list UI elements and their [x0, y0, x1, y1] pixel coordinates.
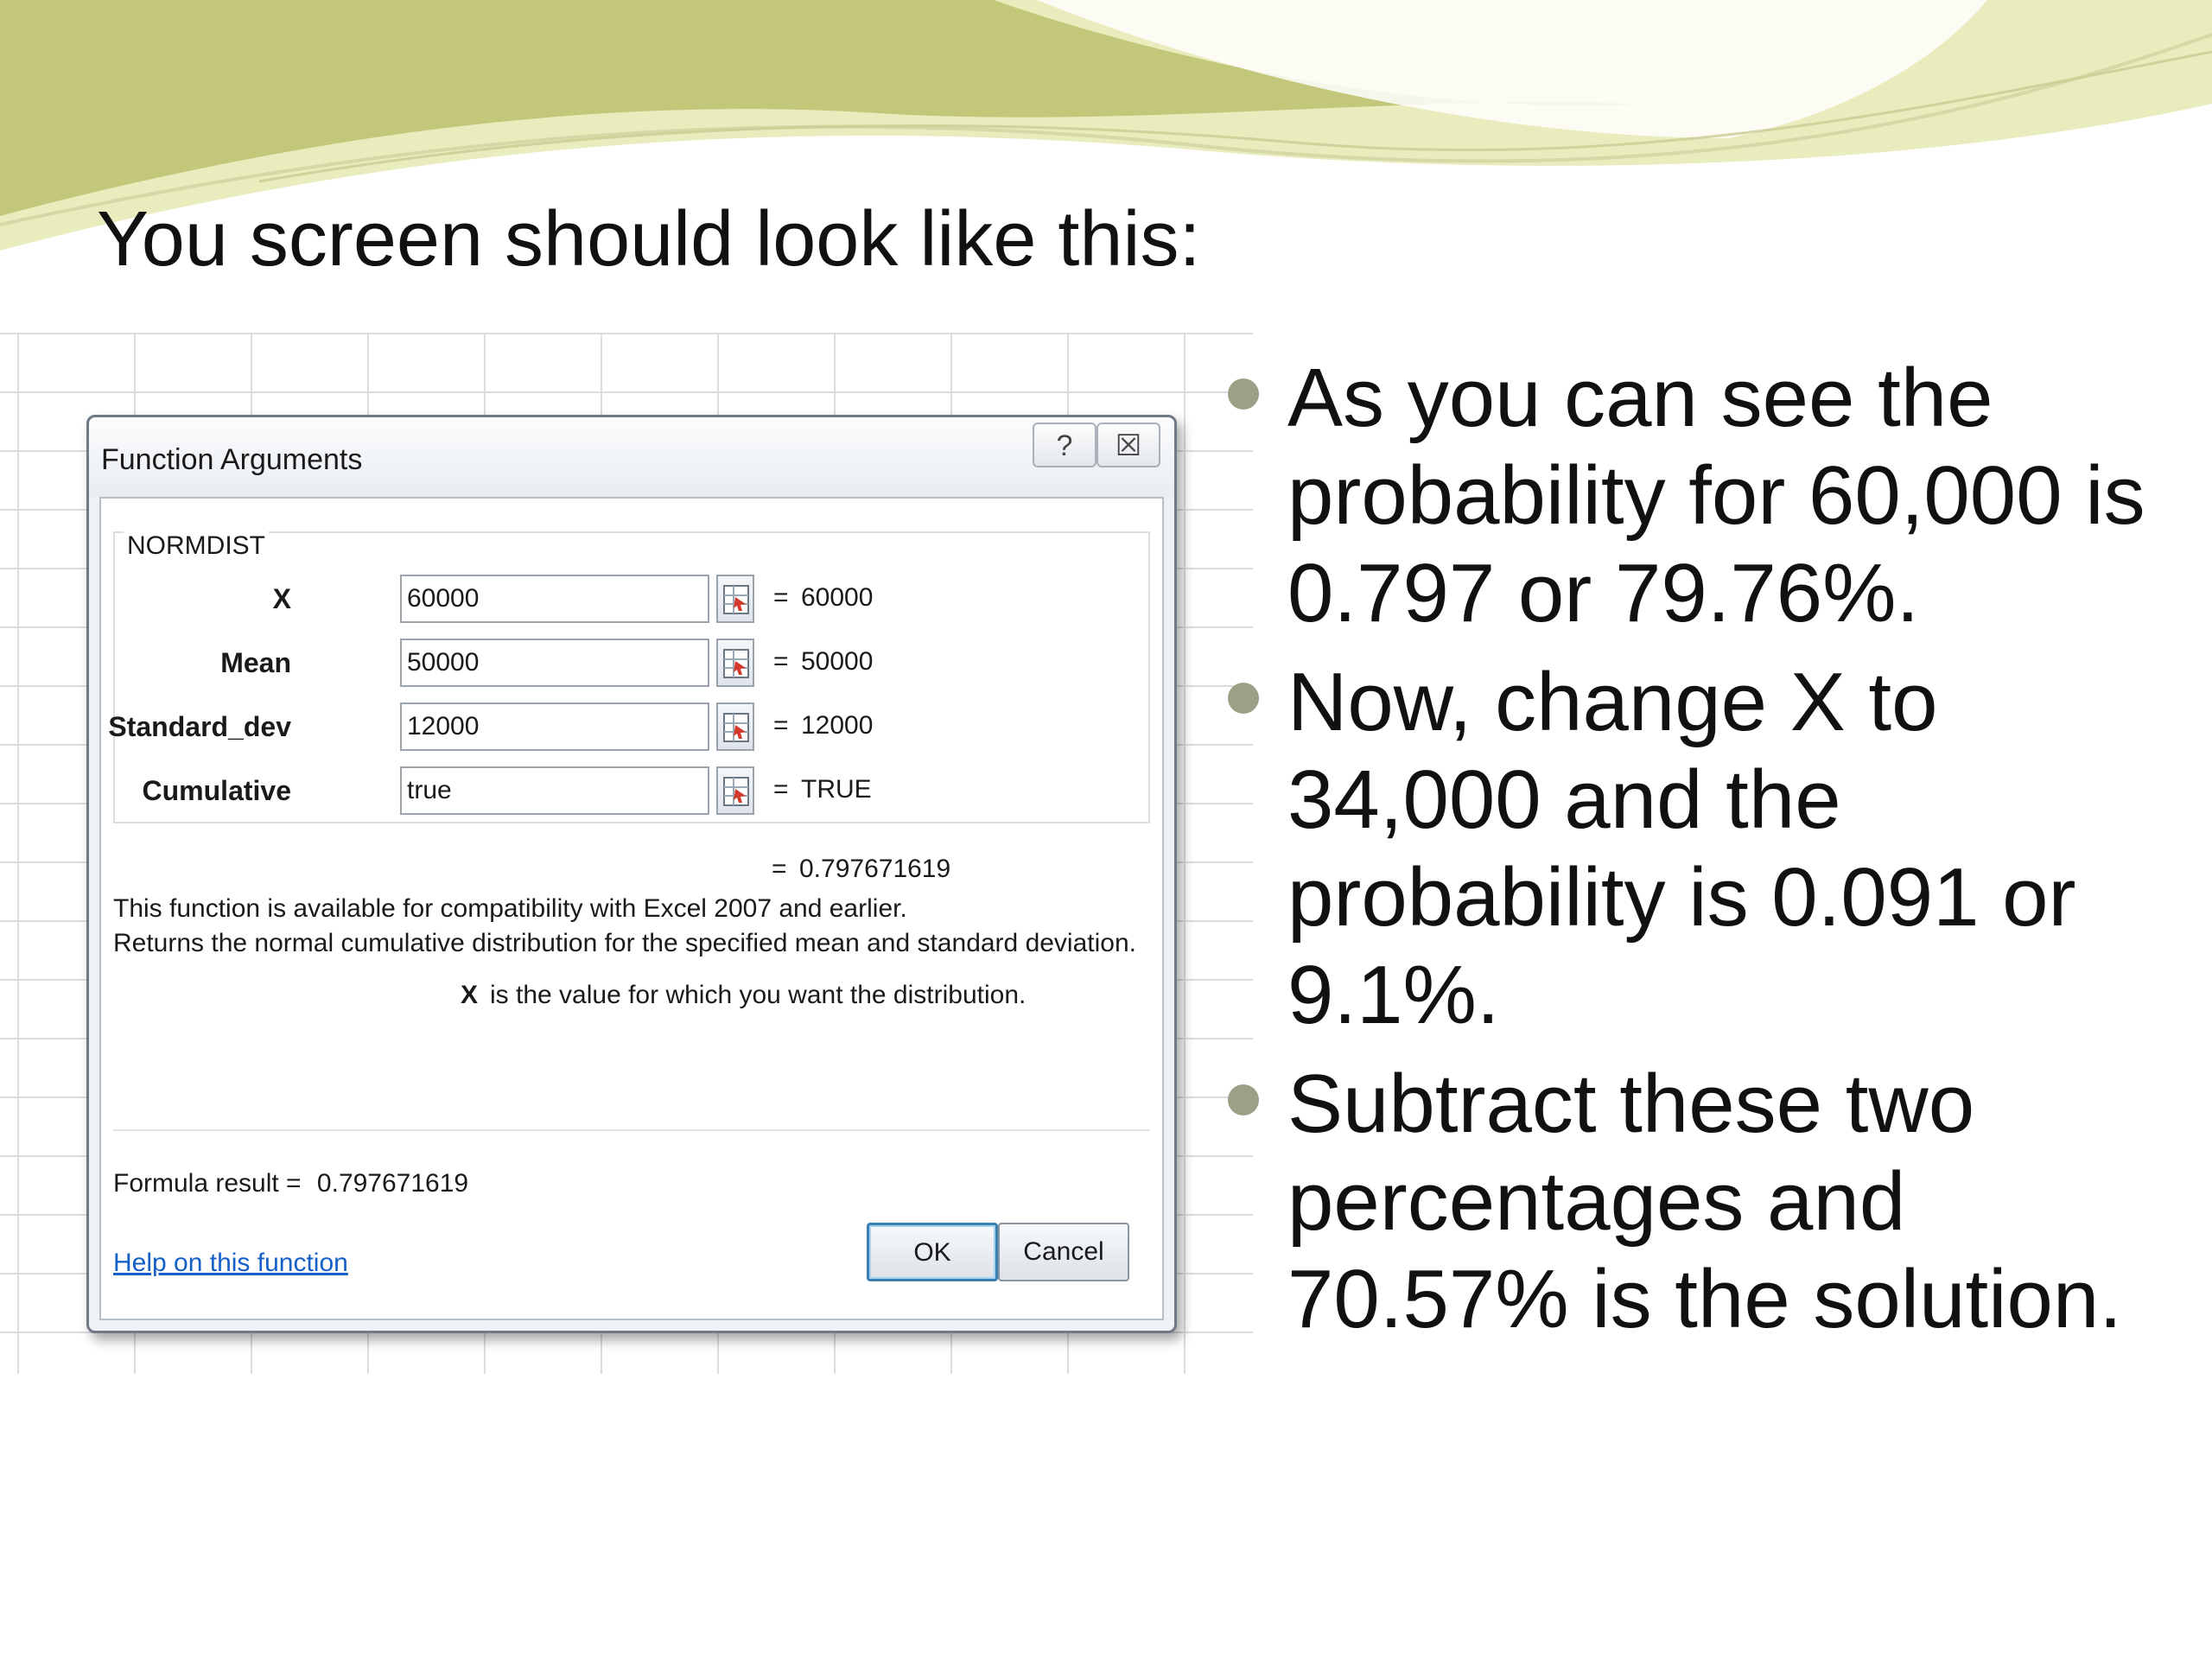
bullet-icon — [1228, 378, 1259, 410]
formula-result: Formula result = 0.797671619 — [113, 1169, 468, 1198]
equals-sign: = — [772, 855, 787, 883]
argument-result: TRUE — [801, 775, 872, 804]
cumulative-input[interactable]: true — [400, 766, 709, 815]
function-description: Returns the normal cumulative distributi… — [113, 929, 1136, 957]
argument-label: X — [272, 583, 291, 614]
argument-label: Cumulative — [142, 775, 291, 806]
range-selector-button[interactable] — [716, 766, 754, 815]
bullet-item: As you can see the probability for 60,00… — [1225, 349, 2193, 642]
help-button[interactable]: ? — [1033, 423, 1096, 467]
equals-sign: = — [773, 711, 789, 740]
argument-label: Standard_dev — [108, 711, 291, 742]
collapse-dialog-icon — [723, 585, 749, 614]
bullet-icon — [1228, 683, 1259, 714]
bullet-icon — [1228, 1084, 1259, 1116]
divider — [113, 1129, 1150, 1131]
argument-help-name: X — [461, 981, 479, 1009]
standard-dev-input[interactable]: 12000 — [400, 702, 709, 751]
argument-row-cumulative: Cumulative true = TRUE — [115, 763, 1152, 818]
collapse-dialog-icon — [723, 713, 749, 742]
bullet-item: Now, change X to 34,000 and the probabil… — [1225, 653, 2193, 1044]
bullet-item: Subtract these two percentages and 70.57… — [1225, 1055, 2193, 1348]
bullet-text: Subtract these two percentages and 70.57… — [1287, 1058, 2122, 1345]
slide-title: You screen should look like this: — [97, 196, 1201, 283]
range-selector-button[interactable] — [716, 639, 754, 687]
arguments-group: NORMDIST X 60000 = 60000 Mean 50000 = 50… — [108, 531, 1152, 823]
argument-result: 50000 — [801, 647, 874, 676]
range-selector-button[interactable] — [716, 702, 754, 751]
argument-help-text: is the value for which you want the dist… — [490, 981, 1027, 1009]
formula-result-value: 0.797671619 — [316, 1169, 469, 1198]
x-input[interactable]: 60000 — [400, 575, 709, 623]
function-name: NORMDIST — [124, 531, 269, 561]
collapse-dialog-icon — [723, 649, 749, 678]
argument-row-x: X 60000 = 60000 — [115, 571, 1152, 626]
argument-row-standard-dev: Standard_dev 12000 = 12000 — [108, 699, 1152, 754]
bullet-list: As you can see the probability for 60,00… — [1225, 349, 2193, 1359]
function-arguments-dialog: Function Arguments ? ☒ NORMDIST X 60000 … — [86, 415, 1177, 1333]
function-result: 0.797671619 — [799, 855, 951, 883]
dialog-body: NORMDIST X 60000 = 60000 Mean 50000 = 50… — [99, 497, 1164, 1320]
ok-button[interactable]: OK — [867, 1223, 998, 1281]
argument-label: Mean — [220, 647, 291, 678]
equals-sign: = — [773, 583, 789, 612]
help-link[interactable]: Help on this function — [113, 1249, 348, 1278]
argument-row-mean: Mean 50000 = 50000 — [115, 635, 1152, 690]
formula-result-label: Formula result = — [113, 1169, 302, 1198]
dialog-titlebar[interactable]: Function Arguments ? ☒ — [89, 417, 1174, 497]
collapse-dialog-icon — [723, 777, 749, 806]
mean-input[interactable]: 50000 — [400, 639, 709, 687]
close-button[interactable]: ☒ — [1096, 423, 1160, 467]
cancel-button[interactable]: Cancel — [998, 1223, 1129, 1281]
equals-sign: = — [773, 647, 789, 676]
dialog-title: Function Arguments — [101, 443, 363, 476]
bullet-text: As you can see the probability for 60,00… — [1287, 352, 2145, 639]
range-selector-button[interactable] — [716, 575, 754, 623]
bullet-text: Now, change X to 34,000 and the probabil… — [1287, 656, 2076, 1041]
equals-sign: = — [773, 775, 789, 804]
argument-result: 12000 — [801, 711, 874, 740]
function-description-compat: This function is available for compatibi… — [113, 894, 907, 923]
argument-result: 60000 — [801, 583, 874, 612]
